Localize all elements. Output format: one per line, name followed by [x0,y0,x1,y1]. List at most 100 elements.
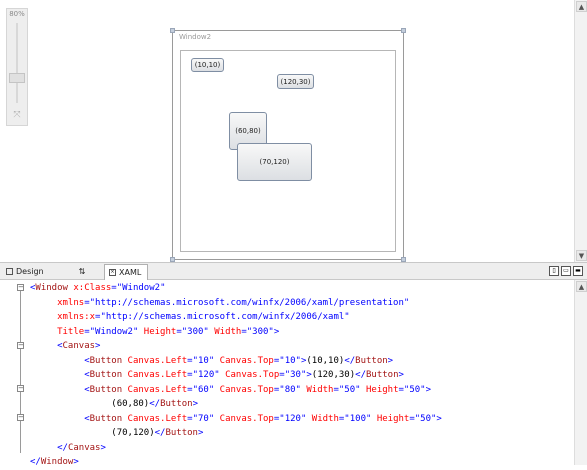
design-surface[interactable]: 80% ⤧ Window2 (10,10) (120,30) (60,80) (… [0,0,574,262]
zoom-level-label: 80% [9,10,25,18]
code-token: </ [355,370,366,380]
window-preview[interactable]: Window2 (10,10) (120,30) (60,80) (70,120… [170,28,406,262]
code-token: Canvas.Top [214,355,274,366]
code-token: ="300"> [241,326,280,337]
code-token: </ [154,428,166,438]
code-token: ="120" [187,370,220,380]
window-title: Window2 [179,33,212,41]
zoom-fit-icon[interactable]: ⤧ [12,110,22,120]
vertical-split-icon[interactable]: ▯ [549,266,559,276]
code-token: ="70" [187,413,215,424]
code-token: > [387,355,394,366]
code-token: Height [138,326,177,337]
code-token: x:Class [67,283,112,293]
code-token: Window [40,457,74,467]
code-token: ="Window2" [84,326,139,337]
code-token: ="50"> [409,413,442,424]
code-line[interactable]: xmlns="http://schemas.microsoft.com/winf… [30,296,573,311]
code-token: (10,10) [306,355,345,366]
code-token: Canvas.Left [122,370,188,380]
code-token: Canvas.Top [219,370,280,380]
swap-panes-button[interactable]: ⇅ [70,264,94,279]
code-line[interactable]: (60,80)</Button> [30,397,573,412]
code-token: Canvas.Left [122,384,188,395]
code-token: Button [165,428,198,438]
code-token: Height [360,384,399,395]
code-token: > [95,341,101,351]
outline-guide [20,291,21,453]
canvas-button-10-10[interactable]: (10,10) [191,58,224,72]
collapse-canvas-icon[interactable]: − [17,342,24,349]
code-token: > [197,428,204,438]
code-token: > [192,399,198,409]
code-token: Canvas [67,442,101,453]
tab-xaml[interactable]: × XAML [104,264,148,280]
canvas-area[interactable]: (10,10) (120,30) (60,80) (70,120) [180,50,396,252]
zoom-thumb[interactable] [9,73,25,83]
code-token: Canvas.Top [214,384,274,395]
code-token: Button [89,355,123,366]
code-token: ="100" [338,413,372,424]
code-line[interactable]: xmlns:x="http://schemas.microsoft.com/wi… [30,310,573,325]
scroll-down-icon[interactable]: ▼ [576,250,587,261]
code-line[interactable]: <Window x:Class="Window2" [30,281,573,296]
zoom-track[interactable] [16,23,18,103]
code-token: ="30"> [279,370,312,380]
code-token: </ [149,399,161,409]
collapse-pane-icon[interactable]: ▬ [573,266,583,276]
scroll-up-icon[interactable]: ▲ [576,1,587,12]
resize-handle-top-left[interactable] [170,28,175,33]
code-token: Canvas.Left [122,355,188,366]
code-line[interactable]: Title="Window2" Height="300" Width="300"… [30,325,573,340]
code-token: xmlns [57,297,85,308]
code-token: Window [35,283,68,293]
code-token: ="120" [273,413,307,424]
collapse-button-icon[interactable]: − [17,385,24,392]
xaml-code[interactable]: <Window x:Class="Window2" xmlns="http://… [30,281,573,470]
code-token: </ [30,457,41,467]
code-token: ="60" [187,384,215,395]
canvas-button-120-30[interactable]: (120,30) [277,74,314,89]
code-token: Button [366,370,399,380]
code-token: ="50" [333,384,361,395]
code-token: Button [355,355,388,366]
code-line[interactable]: <Button Canvas.Left="120" Canvas.Top="30… [30,368,573,383]
horizontal-split-icon[interactable]: ▭ [561,266,571,276]
code-token: Height [371,413,410,424]
collapse-button-icon[interactable]: − [17,414,24,421]
zoom-slider[interactable]: 80% ⤧ [6,8,28,126]
collapse-window-icon[interactable]: − [17,284,24,291]
code-token: ="http://schemas.microsoft.com/winfx/200… [95,312,350,322]
code-token: Button [89,370,123,380]
scroll-up-icon[interactable]: ▲ [576,281,587,292]
resize-handle-top-right[interactable] [401,28,406,33]
code-line[interactable]: (70,120)</Button> [30,426,573,441]
editor-vertical-scrollbar[interactable]: ▲ [574,280,587,465]
tab-design[interactable]: Design [2,264,64,279]
code-line[interactable]: </Canvas> [30,441,573,456]
code-line[interactable]: <Canvas> [30,339,573,354]
code-token: ="300" [176,326,209,337]
code-token: Button [89,413,123,424]
code-line[interactable]: <Button Canvas.Left="10" Canvas.Top="10"… [30,354,573,369]
code-token: ="10"> [273,355,307,366]
code-token: </ [57,442,68,453]
code-line[interactable]: <Button Canvas.Left="60" Canvas.Top="80"… [30,383,573,398]
xaml-view-icon: × [109,269,116,276]
code-token: Width [300,384,334,395]
code-line[interactable]: <Button Canvas.Left="70" Canvas.Top="120… [30,412,573,427]
code-line[interactable]: </Window> [30,455,573,470]
editor-gutter [0,280,14,465]
xaml-editor[interactable]: − − − − <Window x:Class="Window2" xmlns=… [0,280,587,467]
code-token: Canvas [62,341,96,351]
canvas-button-70-120[interactable]: (70,120) [237,143,312,181]
designer-vertical-scrollbar[interactable]: ▲ ▼ [574,0,587,262]
